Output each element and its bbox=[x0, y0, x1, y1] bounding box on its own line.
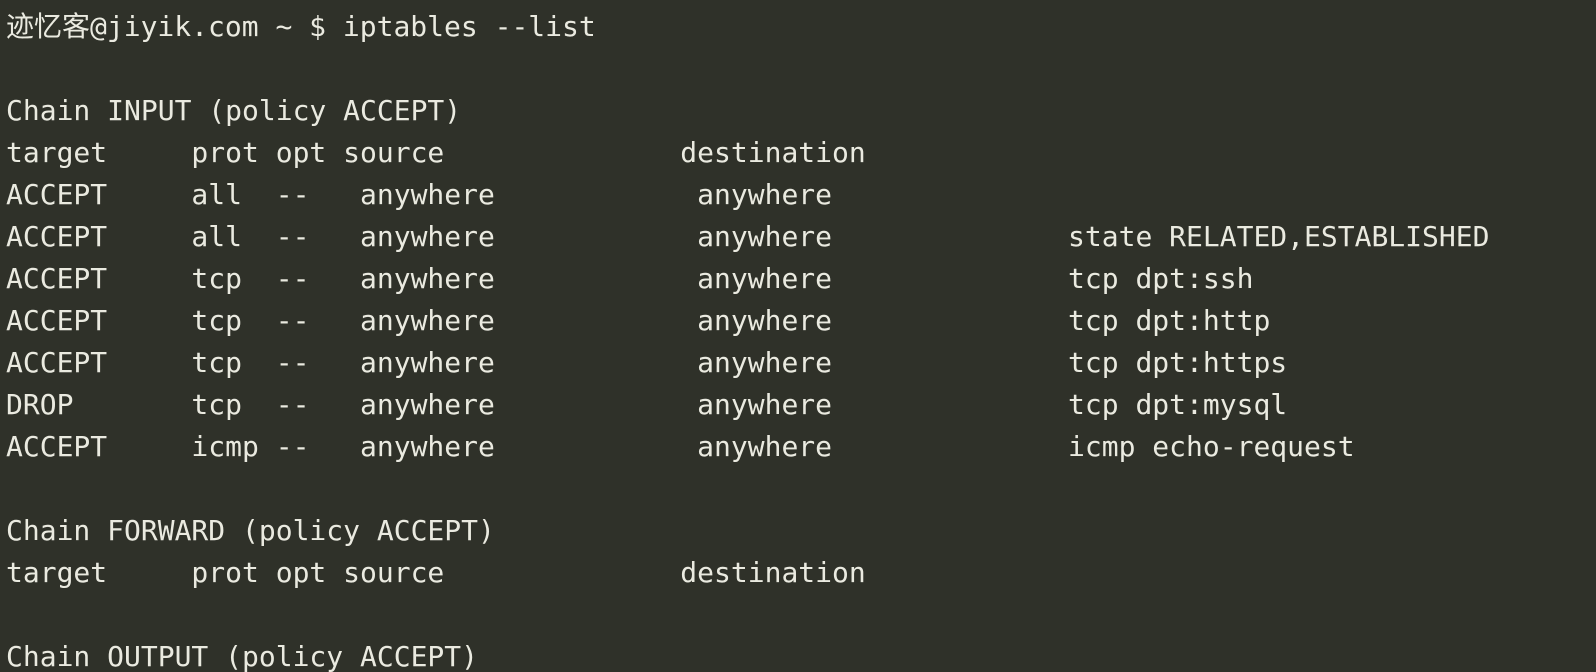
command-output: Chain INPUT (policy ACCEPT) target prot … bbox=[6, 94, 1489, 672]
command-text: iptables --list bbox=[343, 10, 596, 43]
prompt-path: ~ bbox=[275, 10, 292, 43]
terminal-output[interactable]: 迹忆客@jiyik.com ~ $ iptables --list Chain … bbox=[0, 0, 1596, 672]
prompt-line: 迹忆客@jiyik.com ~ $ iptables --list bbox=[6, 6, 1596, 48]
prompt-user: 迹忆客@jiyik.com bbox=[6, 10, 259, 43]
prompt-symbol: $ bbox=[309, 10, 326, 43]
